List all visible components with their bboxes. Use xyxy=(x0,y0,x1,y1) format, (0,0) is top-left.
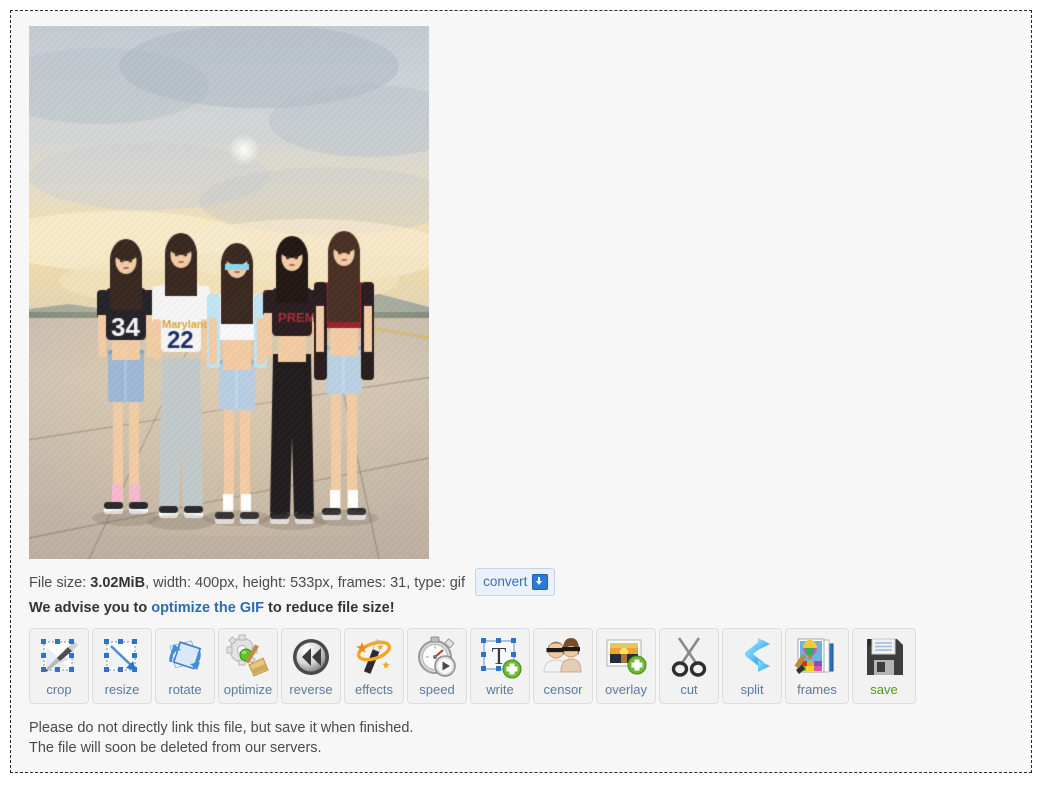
censor-icon xyxy=(543,638,582,673)
download-icon xyxy=(532,574,549,590)
frames-icon xyxy=(794,638,834,674)
crop-icon xyxy=(41,639,78,672)
reverse-icon xyxy=(293,639,329,675)
convert-button[interactable]: convert xyxy=(475,568,556,596)
footer-note-line1: Please do not directly link this file, b… xyxy=(29,720,414,736)
tool-overlay-label: overlay xyxy=(605,682,647,697)
optimize-gif-link[interactable]: optimize the GIF xyxy=(151,600,264,616)
editor-toolbar: crop resize rotate optimize reverse effe… xyxy=(29,628,916,704)
tool-crop-label: crop xyxy=(46,682,72,697)
tool-crop[interactable]: crop xyxy=(29,628,89,704)
tool-frames-label: frames xyxy=(797,682,837,697)
tool-reverse-label: reverse xyxy=(289,682,333,697)
tool-split-label: split xyxy=(740,682,764,697)
write-icon: T xyxy=(481,638,522,679)
tool-save-label: save xyxy=(870,682,898,697)
footer-note-line2: The file will soon be deleted from our s… xyxy=(29,739,322,756)
tool-censor-label: censor xyxy=(543,682,583,697)
file-size-value: 3.02MiB xyxy=(90,574,146,591)
effects-icon xyxy=(356,639,392,674)
tool-speed-label: speed xyxy=(419,682,455,697)
tool-optimize-label: optimize xyxy=(223,682,273,697)
tool-frames[interactable]: frames xyxy=(785,628,849,704)
gif-preview[interactable] xyxy=(29,26,429,559)
gif-preview-image[interactable] xyxy=(29,26,429,559)
upload-result-panel: File size: 3.02MiB, width: 400px, height… xyxy=(10,10,1032,773)
footer-notes: Please do not directly link this file, b… xyxy=(29,719,413,758)
optimize-advice: We advise you to optimize the GIF to red… xyxy=(29,598,395,618)
tool-write-label: write xyxy=(486,682,514,697)
tool-rotate[interactable]: rotate xyxy=(155,628,215,704)
speed-icon xyxy=(418,636,456,677)
tool-effects[interactable]: effects xyxy=(344,628,404,704)
save-icon xyxy=(867,638,903,675)
tool-split[interactable]: split xyxy=(722,628,782,704)
tool-speed[interactable]: speed xyxy=(407,628,467,704)
convert-button-label: convert xyxy=(483,574,528,589)
tool-reverse[interactable]: reverse xyxy=(281,628,341,704)
optimize-icon xyxy=(226,634,269,677)
tool-resize-label: resize xyxy=(104,682,140,697)
advice-suffix: to reduce file size! xyxy=(264,600,395,616)
file-size-label: File size: xyxy=(29,574,87,591)
tool-censor[interactable]: censor xyxy=(533,628,593,704)
tool-resize[interactable]: resize xyxy=(92,628,152,704)
tool-overlay[interactable]: overlay xyxy=(596,628,656,704)
resize-icon xyxy=(104,639,137,672)
rotate-icon xyxy=(169,640,202,670)
tool-effects-label: effects xyxy=(354,682,394,697)
file-info-line: File size: 3.02MiB, width: 400px, height… xyxy=(29,568,556,597)
overlay-icon xyxy=(606,639,647,675)
tool-rotate-label: rotate xyxy=(168,682,202,697)
advice-prefix: We advise you to xyxy=(29,600,152,616)
tool-cut[interactable]: cut xyxy=(659,628,719,704)
tool-optimize[interactable]: optimize xyxy=(218,628,278,704)
split-icon xyxy=(745,638,770,672)
cut-icon xyxy=(671,637,707,677)
tool-save[interactable]: save xyxy=(852,628,916,704)
tool-write[interactable]: T write xyxy=(470,628,530,704)
tool-cut-label: cut xyxy=(680,682,698,697)
file-dimensions-text: , width: 400px, height: 533px, frames: 3… xyxy=(145,574,466,591)
